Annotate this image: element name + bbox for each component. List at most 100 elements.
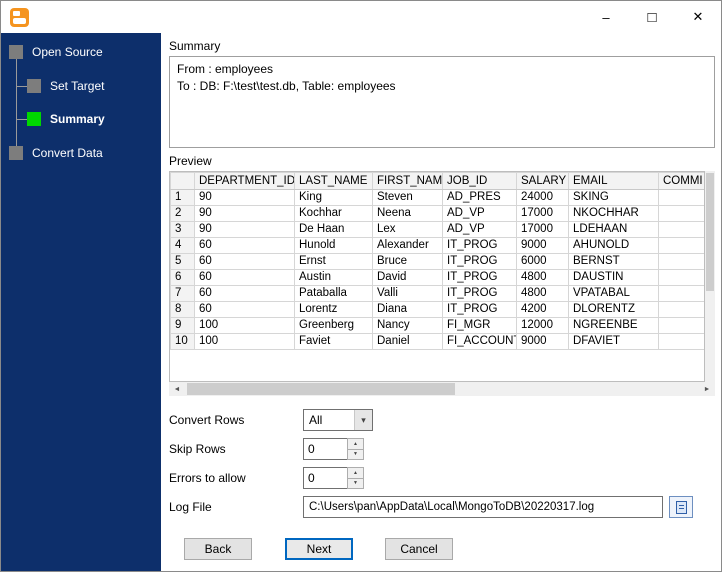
convert-rows-select[interactable]: All ▾ [303,409,373,431]
table-cell[interactable]: Lex [372,221,443,238]
table-cell[interactable]: Kochhar [294,205,373,222]
table-cell[interactable]: 60 [194,237,295,254]
table-cell[interactable]: AD_PRES [442,189,517,206]
table-cell[interactable]: IT_PROG [442,253,517,270]
horizontal-scrollbar-thumb[interactable] [187,383,455,395]
table-cell[interactable]: King [294,189,373,206]
table-cell[interactable]: Alexander [372,237,443,254]
spin-up-icon[interactable]: ▲ [348,468,363,479]
errors-input[interactable] [303,467,347,489]
next-button[interactable]: Next [285,538,353,560]
table-cell[interactable]: DLORENTZ [568,301,659,318]
table-cell[interactable]: Bruce [372,253,443,270]
table-cell[interactable]: Daniel [372,333,443,350]
table-cell[interactable]: Lorentz [294,301,373,318]
row-number-header[interactable] [170,172,195,190]
row-number-cell[interactable]: 9 [170,317,195,334]
table-cell[interactable] [658,269,704,286]
table-cell[interactable]: IT_PROG [442,301,517,318]
table-cell[interactable]: Hunold [294,237,373,254]
row-number-cell[interactable]: 7 [170,285,195,302]
table-cell[interactable]: Ernst [294,253,373,270]
table-cell[interactable]: Greenberg [294,317,373,334]
table-cell[interactable]: 12000 [516,317,569,334]
vertical-scrollbar-thumb[interactable] [706,173,714,291]
table-cell[interactable]: VPATABAL [568,285,659,302]
chevron-down-icon[interactable]: ▾ [354,410,372,430]
table-cell[interactable] [658,317,704,334]
table-cell[interactable]: David [372,269,443,286]
row-number-cell[interactable]: 1 [170,189,195,206]
table-cell[interactable]: 60 [194,269,295,286]
spin-down-icon[interactable]: ▼ [348,478,363,488]
table-cell[interactable] [658,189,704,206]
table-cell[interactable]: Diana [372,301,443,318]
table-cell[interactable]: 17000 [516,221,569,238]
maximize-button[interactable]: □ [629,1,675,33]
table-cell[interactable]: 6000 [516,253,569,270]
table-cell[interactable]: Faviet [294,333,373,350]
table-cell[interactable] [658,333,704,350]
table-cell[interactable]: 9000 [516,237,569,254]
table-cell[interactable]: 4200 [516,301,569,318]
row-number-cell[interactable]: 3 [170,221,195,238]
column-header[interactable]: JOB_ID [442,172,517,190]
table-cell[interactable] [658,301,704,318]
table-cell[interactable]: 90 [194,221,295,238]
column-header[interactable]: EMAIL [568,172,659,190]
skip-rows-input[interactable] [303,438,347,460]
row-number-cell[interactable]: 8 [170,301,195,318]
table-cell[interactable]: Neena [372,205,443,222]
log-file-input[interactable] [303,496,663,518]
table-cell[interactable]: 90 [194,205,295,222]
table-cell[interactable] [658,253,704,270]
table-cell[interactable] [658,285,704,302]
table-cell[interactable]: Austin [294,269,373,286]
column-header[interactable]: COMMI [658,172,704,190]
column-header[interactable]: DEPARTMENT_ID [194,172,295,190]
close-button[interactable]: ✕ [675,1,721,33]
table-cell[interactable] [658,205,704,222]
table-cell[interactable]: BERNST [568,253,659,270]
table-cell[interactable]: NKOCHHAR [568,205,659,222]
table-cell[interactable]: Valli [372,285,443,302]
table-cell[interactable]: 100 [194,333,295,350]
title-bar[interactable]: – □ ✕ [1,1,721,33]
table-cell[interactable]: DFAVIET [568,333,659,350]
back-button[interactable]: Back [184,538,252,560]
minimize-button[interactable]: – [583,1,629,33]
cancel-button[interactable]: Cancel [385,538,453,560]
table-cell[interactable]: 60 [194,253,295,270]
table-cell[interactable]: 17000 [516,205,569,222]
column-header[interactable]: FIRST_NAME [372,172,443,190]
table-cell[interactable]: FI_MGR [442,317,517,334]
table-cell[interactable]: DAUSTIN [568,269,659,286]
table-cell[interactable]: IT_PROG [442,237,517,254]
table-cell[interactable] [658,221,704,238]
table-cell[interactable]: Steven [372,189,443,206]
spin-up-icon[interactable]: ▲ [348,439,363,450]
column-header[interactable]: SALARY [516,172,569,190]
open-log-button[interactable] [669,496,693,518]
row-number-cell[interactable]: 10 [170,333,195,350]
table-cell[interactable]: IT_PROG [442,269,517,286]
column-header[interactable]: LAST_NAME [294,172,373,190]
table-cell[interactable]: 4800 [516,285,569,302]
row-number-cell[interactable]: 2 [170,205,195,222]
table-cell[interactable]: 4800 [516,269,569,286]
table-cell[interactable]: 100 [194,317,295,334]
table-cell[interactable]: 9000 [516,333,569,350]
scroll-right-icon[interactable]: ► [699,382,715,396]
table-cell[interactable]: AHUNOLD [568,237,659,254]
table-cell[interactable]: AD_VP [442,205,517,222]
table-cell[interactable] [658,237,704,254]
table-cell[interactable]: FI_ACCOUNT [442,333,517,350]
table-cell[interactable]: Nancy [372,317,443,334]
row-number-cell[interactable]: 4 [170,237,195,254]
table-cell[interactable]: LDEHAAN [568,221,659,238]
table-cell[interactable]: 90 [194,189,295,206]
row-number-cell[interactable]: 5 [170,253,195,270]
spin-down-icon[interactable]: ▼ [348,449,363,459]
table-cell[interactable]: SKING [568,189,659,206]
table-cell[interactable]: AD_VP [442,221,517,238]
